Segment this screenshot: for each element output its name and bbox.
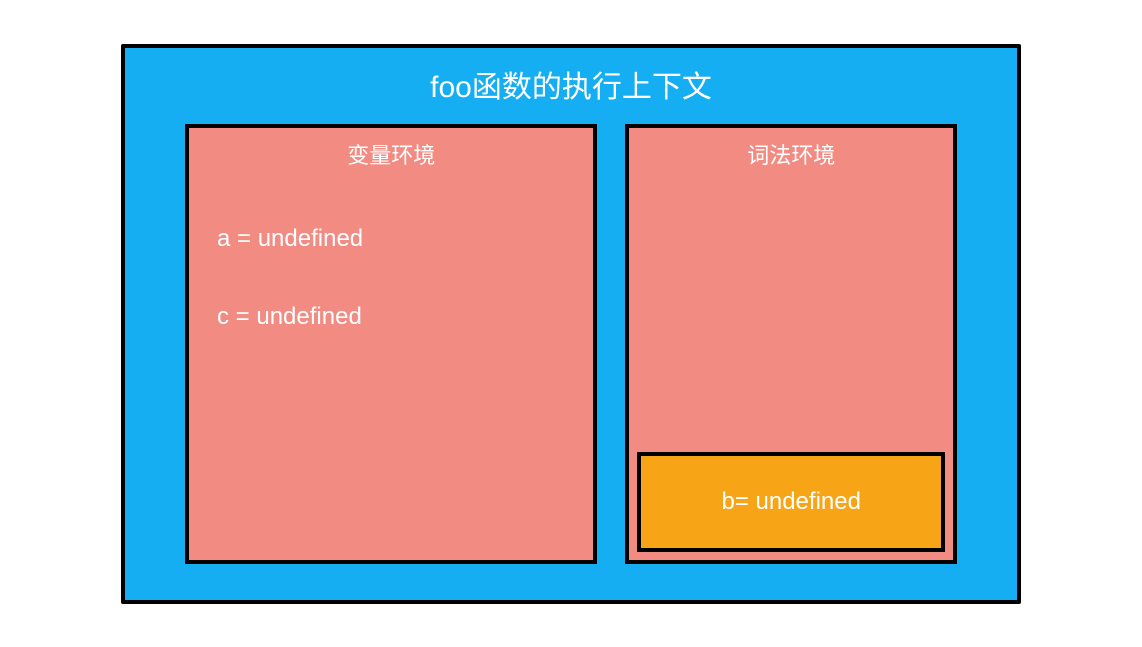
lexical-environment-title: 词法环境 xyxy=(629,128,953,170)
lexical-environment-content: b= undefined xyxy=(629,170,953,560)
variable-a-entry: a = undefined xyxy=(217,225,593,253)
environments-row: 变量环境 a = undefined c = undefined 词法环境 b=… xyxy=(125,114,1017,564)
variable-environment-box: 变量环境 a = undefined c = undefined xyxy=(185,124,597,564)
variable-c-entry: c = undefined xyxy=(217,303,593,331)
lexical-scope-block: b= undefined xyxy=(637,452,945,552)
context-title: foo函数的执行上下文 xyxy=(125,48,1017,114)
variable-environment-content: a = undefined c = undefined xyxy=(189,170,593,381)
variable-environment-title: 变量环境 xyxy=(189,128,593,170)
variable-b-entry: b= undefined xyxy=(721,488,860,516)
execution-context-container: foo函数的执行上下文 变量环境 a = undefined c = undef… xyxy=(121,44,1021,604)
lexical-environment-box: 词法环境 b= undefined xyxy=(625,124,957,564)
